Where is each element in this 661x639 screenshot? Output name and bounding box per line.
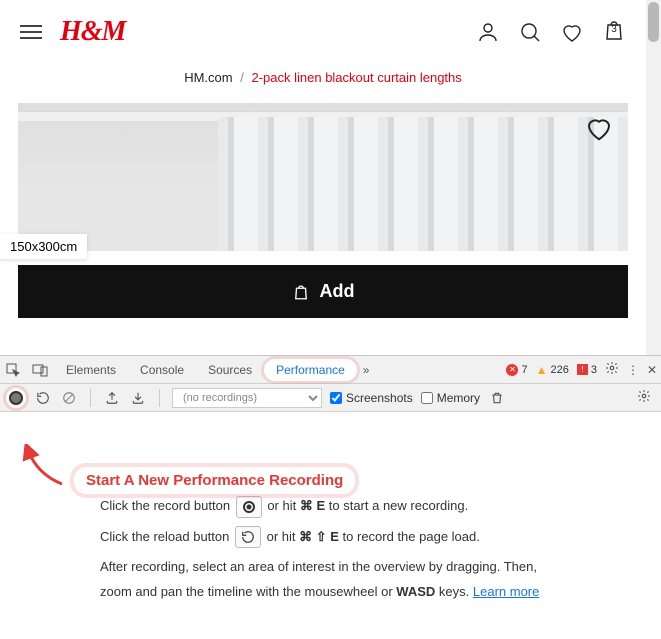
tab-elements[interactable]: Elements: [54, 356, 128, 383]
record-tooltip: Start A New Performance Recording: [74, 467, 355, 494]
inspect-icon[interactable]: [0, 363, 26, 377]
favorite-product-icon[interactable]: [584, 113, 614, 143]
shopping-bag-button[interactable]: 3: [602, 18, 626, 47]
tab-performance[interactable]: Performance: [264, 359, 357, 381]
instruction-zoom: After recording, select an area of inter…: [100, 555, 561, 604]
page-scrollbar-thumb[interactable]: [648, 2, 659, 42]
performance-body: Start A New Performance Recording Click …: [0, 412, 661, 639]
screenshots-checkbox[interactable]: Screenshots: [330, 391, 413, 405]
device-toolbar-icon[interactable]: [26, 363, 54, 377]
error-badge[interactable]: ✕7: [506, 364, 527, 376]
record-icon: [236, 496, 262, 518]
bag-icon: [292, 283, 310, 301]
site-header: H&M 3: [0, 0, 646, 56]
tab-sources[interactable]: Sources: [196, 356, 264, 383]
kebab-menu-icon[interactable]: ⋮: [623, 363, 643, 377]
add-label: Add: [320, 281, 355, 302]
annotation-arrow: [22, 444, 72, 494]
instruction-reload: Click the reload button or hit ⌘ ⇧ E to …: [100, 525, 561, 550]
breadcrumb: HM.com / 2-pack linen blackout curtain l…: [0, 56, 646, 103]
memory-checkbox-input[interactable]: [421, 392, 433, 404]
menu-icon[interactable]: [20, 25, 42, 39]
breadcrumb-home[interactable]: HM.com: [184, 70, 232, 85]
record-button[interactable]: [6, 388, 26, 408]
page-scrollbar-track[interactable]: [646, 0, 661, 355]
screenshots-checkbox-input[interactable]: [330, 392, 342, 404]
garbage-collect-icon[interactable]: [488, 389, 506, 407]
clear-button[interactable]: [60, 389, 78, 407]
issues-badge[interactable]: !3: [577, 364, 597, 376]
devtools-panel: Elements Console Sources Performance » ✕…: [0, 355, 661, 638]
learn-more-link[interactable]: Learn more: [473, 584, 539, 599]
recordings-select[interactable]: (no recordings): [172, 388, 322, 408]
breadcrumb-current[interactable]: 2-pack linen blackout curtain lengths: [251, 70, 461, 85]
add-to-bag-button[interactable]: Add: [18, 265, 628, 318]
settings-icon[interactable]: [601, 361, 623, 378]
favorites-icon[interactable]: [560, 20, 584, 44]
performance-toolbar: (no recordings) Screenshots Memory: [0, 384, 661, 412]
devtools-tabbar: Elements Console Sources Performance » ✕…: [0, 356, 661, 384]
product-image: [18, 103, 628, 251]
size-badge: 150x300cm: [0, 234, 87, 259]
save-profile-icon[interactable]: [129, 389, 147, 407]
warning-badge[interactable]: ▲226: [536, 363, 569, 377]
more-tabs-icon[interactable]: »: [357, 363, 376, 377]
close-devtools-icon[interactable]: ✕: [643, 363, 661, 377]
bag-count: 3: [602, 24, 626, 35]
tab-console[interactable]: Console: [128, 356, 196, 383]
logo[interactable]: H&M: [60, 16, 125, 48]
user-icon[interactable]: [476, 20, 500, 44]
search-icon[interactable]: [518, 20, 542, 44]
capture-settings-icon[interactable]: [637, 389, 655, 406]
load-profile-icon[interactable]: [103, 389, 121, 407]
breadcrumb-sep: /: [236, 70, 248, 85]
memory-checkbox[interactable]: Memory: [421, 391, 480, 405]
reload-icon: [235, 526, 261, 548]
reload-record-button[interactable]: [34, 389, 52, 407]
instruction-record: Click the record button or hit ⌘ E to st…: [100, 494, 561, 519]
